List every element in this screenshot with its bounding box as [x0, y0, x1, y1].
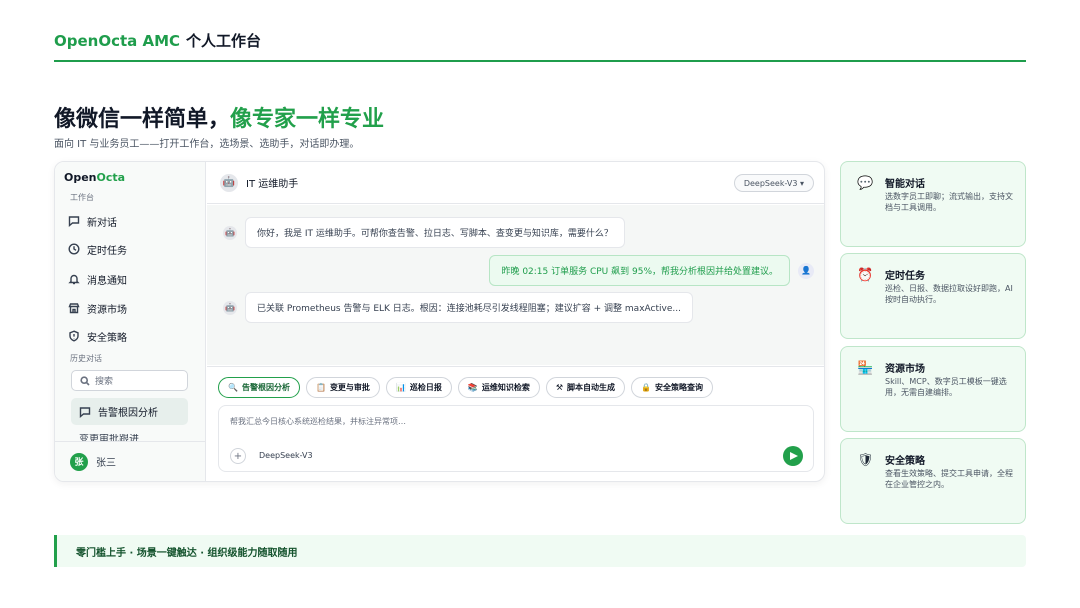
- feature-card-scheduled[interactable]: ⏰ 定时任务 巡检、日报、数据拉取设好即跑，AI 按时自动执行。: [840, 253, 1026, 339]
- logo-open: Open: [64, 171, 97, 184]
- chip-inspection-report[interactable]: 📊 巡检日报: [385, 377, 452, 398]
- chip-label: 运维知识检索: [481, 383, 530, 392]
- chat-header: 🤖 IT 运维助手 DeepSeek-V3 ▾: [207, 162, 824, 204]
- sidebar-item-label: 定时任务: [87, 245, 127, 257]
- header-title: 个人工作台: [186, 32, 262, 50]
- chip-label: 告警根因分析: [241, 383, 290, 392]
- shield-icon: 🛡: [857, 453, 874, 468]
- card-desc: 查看生效策略、提交工具申请，全程在企业管控之内。: [885, 469, 1013, 489]
- sidebar-item-label: 资源市场: [87, 304, 127, 316]
- feature-card-marketplace[interactable]: 🏪 资源市场 Skill、MCP、数字员工模板一键选用，无需自建编排。: [840, 346, 1026, 432]
- books-icon: 📚: [467, 383, 478, 392]
- avatar: 张: [70, 452, 88, 471]
- card-title: 定时任务: [885, 271, 925, 282]
- logo-octa: Octa: [96, 171, 126, 184]
- clock-icon: [68, 243, 80, 255]
- history-search-input[interactable]: 搜索: [71, 370, 188, 391]
- search-icon: [80, 375, 90, 386]
- sidebar-item-label: 消息通知: [87, 275, 127, 287]
- card-title: 资源市场: [885, 364, 925, 375]
- chip-label: 安全策略查询: [655, 383, 704, 392]
- headline-plain: 像微信一样简单，: [54, 107, 231, 132]
- card-desc: Skill、MCP、数字员工模板一键选用，无需自建编排。: [885, 377, 1007, 397]
- chip-label: 巡检日报: [409, 383, 442, 392]
- brand-name: OpenOcta AMC: [54, 32, 181, 50]
- input-model-label[interactable]: DeepSeek-V3: [259, 451, 313, 460]
- bell-icon: [68, 274, 80, 285]
- attach-button[interactable]: +: [230, 448, 246, 464]
- app-logo: OpenOcta: [64, 171, 125, 184]
- sidebar-item-label: 安全策略: [87, 332, 127, 344]
- input-placeholder: 帮我汇总今日核心系统巡检结果，并标注异常项…: [230, 417, 406, 426]
- model-selector[interactable]: DeepSeek-V3 ▾: [733, 174, 814, 192]
- clipboard-icon: 📋: [315, 383, 326, 392]
- search-placeholder: 搜索: [95, 377, 114, 387]
- user-name: 张三: [96, 458, 116, 469]
- tools-icon: ⚒: [555, 383, 564, 392]
- message-list: 🤖 你好，我是 IT 运维助手。可帮你查告警、拉日志、写脚本、查变更与知识库，需…: [207, 205, 824, 365]
- send-button[interactable]: [783, 446, 803, 466]
- sidebar: OpenOcta 工作台 新对话 定时任务 消息通知 资源市场 安全策略 历史对…: [55, 162, 206, 481]
- message-bubble: 昨晚 02:15 订单服务 CPU 飙到 95%，帮我分析根因并给处置建议。: [489, 255, 790, 286]
- assistant-name: IT 运维助手: [246, 179, 299, 190]
- card-title: 安全策略: [885, 456, 925, 467]
- app-window: OpenOcta 工作台 新对话 定时任务 消息通知 资源市场 安全策略 历史对…: [54, 161, 825, 482]
- sidebar-item-notifications[interactable]: 消息通知: [68, 268, 127, 290]
- chip-alert-root-cause[interactable]: 🔍 告警根因分析: [218, 377, 300, 398]
- hero-subtitle: 面向 IT 与业务员工——打开工作台，选场景、选助手，对话即办理。: [54, 139, 360, 150]
- robot-icon: 🤖: [223, 225, 237, 240]
- history-item-active[interactable]: 告警根因分析: [71, 398, 188, 425]
- message-input[interactable]: 帮我汇总今日核心系统巡检结果，并标注异常项… + DeepSeek-V3: [218, 405, 814, 472]
- feature-card-chat[interactable]: 💬 智能对话 选数字员工即聊；流式输出，支持文档与工具调用。: [840, 161, 1026, 247]
- footer-banner: 零门槛上手 · 场景一键触达 · 组织级能力随取随用: [54, 535, 1026, 567]
- chip-security-policy[interactable]: 🔒 安全策略查询: [631, 377, 714, 398]
- brand: OpenOcta AMC 个人工作台: [54, 30, 261, 51]
- user-message: 昨晚 02:15 订单服务 CPU 飙到 95%，帮我分析根因并给处置建议。 👤: [489, 255, 814, 286]
- chip-label: 变更与审批: [329, 383, 370, 392]
- chat-icon: [79, 406, 91, 418]
- sidebar-item-security[interactable]: 安全策略: [68, 325, 127, 347]
- play-icon: [790, 452, 798, 460]
- composer: 🔍 告警根因分析 📋 变更与审批 📊 巡检日报 📚 运维知识检索 ⚒ 脚本自动生成 🔒 安全…: [207, 366, 824, 481]
- hero-headline: 像微信一样简单，像专家一样专业: [54, 101, 384, 133]
- section-label-workbench: 工作台: [70, 193, 94, 202]
- headline-accent: 像专家一样专业: [230, 107, 385, 132]
- feature-card-security[interactable]: 🛡 安全策略 查看生效策略、提交工具申请，全程在企业管控之内。: [840, 438, 1026, 524]
- magnifier-icon: 🔍: [228, 383, 238, 392]
- robot-icon: 🤖: [223, 300, 237, 315]
- message-bubble: 你好，我是 IT 运维助手。可帮你查告警、拉日志、写脚本、查变更与知识库，需要什…: [245, 217, 625, 248]
- chip-knowledge-search[interactable]: 📚 运维知识检索: [457, 377, 540, 398]
- chat-icon: [68, 216, 80, 227]
- card-desc: 选数字员工即聊；流式输出，支持文档与工具调用。: [885, 192, 1013, 212]
- top-bar: OpenOcta AMC 个人工作台: [54, 28, 1026, 62]
- chip-change-approval[interactable]: 📋 变更与审批: [305, 377, 380, 398]
- card-title: 智能对话: [885, 179, 925, 190]
- sidebar-item-new-chat[interactable]: 新对话: [68, 210, 117, 232]
- chart-icon: 📊: [395, 383, 406, 392]
- chip-script-generation[interactable]: ⚒ 脚本自动生成: [545, 377, 626, 398]
- card-desc: 巡检、日报、数据拉取设好即跑，AI 按时自动执行。: [885, 284, 1013, 304]
- section-label-history: 历史对话: [70, 354, 102, 363]
- sidebar-item-scheduled-tasks[interactable]: 定时任务: [68, 238, 127, 260]
- lock-icon: 🔒: [641, 383, 652, 392]
- bot-message: 🤖 你好，我是 IT 运维助手。可帮你查告警、拉日志、写脚本、查变更与知识库，需…: [223, 217, 625, 248]
- user-profile[interactable]: 张 张三: [55, 441, 205, 481]
- alarm-clock-icon: ⏰: [857, 268, 874, 283]
- scenario-chips: 🔍 告警根因分析 📋 变更与审批 📊 巡检日报 📚 运维知识检索 ⚒ 脚本自动生成 🔒 安全…: [218, 377, 714, 398]
- bot-message: 🤖 已关联 Prometheus 告警与 ELK 日志。根因：连接池耗尽引发线程…: [223, 292, 693, 323]
- chip-label: 脚本自动生成: [567, 383, 616, 392]
- sidebar-item-marketplace[interactable]: 资源市场: [68, 297, 127, 319]
- store-icon: 🏪: [857, 361, 874, 376]
- sidebar-item-label: 新对话: [87, 217, 117, 229]
- user-icon: 👤: [798, 262, 814, 279]
- robot-icon: 🤖: [220, 173, 238, 192]
- store-icon: [68, 303, 80, 314]
- message-bubble: 已关联 Prometheus 告警与 ELK 日志。根因：连接池耗尽引发线程阻塞…: [245, 292, 693, 323]
- speech-bubble-icon: 💬: [857, 176, 874, 191]
- history-item-label: 告警根因分析: [98, 408, 158, 419]
- shield-icon: [69, 330, 79, 342]
